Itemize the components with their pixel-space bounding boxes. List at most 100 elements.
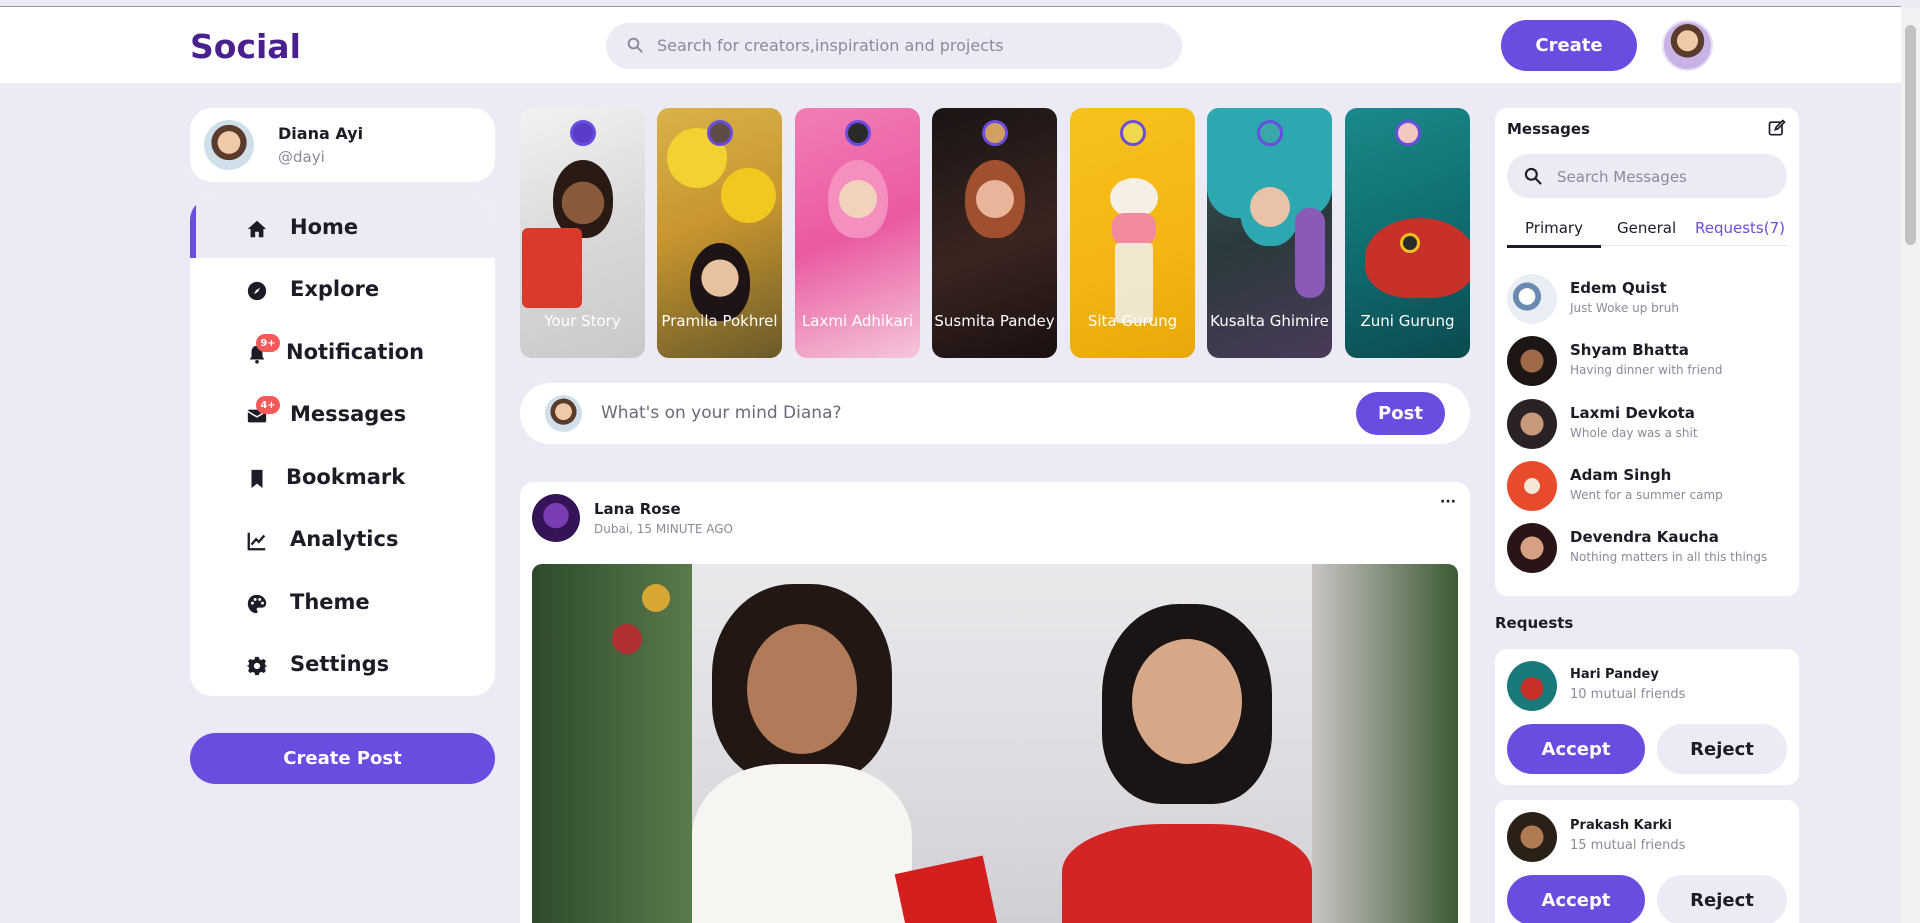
story-image [1400,233,1420,253]
sidebar-item-messages[interactable]: 4+ Messages [190,385,495,445]
request-avatar[interactable] [1507,661,1557,711]
search-icon [1524,167,1542,185]
story-card[interactable]: Sita Gurung [1070,108,1195,358]
story-image [1112,213,1156,245]
story-name: Kusalta Ghimire [1210,312,1329,330]
message-sender: Shyam Bhatta [1570,341,1689,359]
sidebar-item-label: Bookmark [286,465,406,489]
sidebar-item-notification[interactable]: 9+ Notification [190,323,495,383]
message-item[interactable]: Laxmi Devkota Whole day was a shit [1507,399,1792,451]
requests-title: Requests [1495,614,1574,632]
sidebar-item-analytics[interactable]: Analytics [190,510,495,570]
sidebar-item-label: Analytics [290,527,399,551]
ornament [612,624,642,654]
story-image [721,168,776,223]
request-avatar[interactable] [1507,812,1557,862]
story-image [964,160,1025,238]
person-right-dress [1062,824,1312,923]
message-item[interactable]: Devendra Kaucha Nothing matters in all t… [1507,523,1792,575]
logo[interactable]: Social [190,27,301,66]
request-mutual: 15 mutual friends [1570,838,1686,853]
message-avatar [1507,461,1557,511]
palette-icon [247,594,267,614]
profile-avatar [204,120,254,170]
story-name: Sita Gurung [1087,312,1178,330]
story-image [1239,168,1300,246]
story-avatar [981,120,1008,146]
story-avatar [1256,120,1283,146]
message-avatar [1507,399,1557,449]
request-card: Hari Pandey 10 mutual friends Accept Rej… [1495,649,1799,785]
notification-badge: 9+ [256,334,280,352]
post-button[interactable]: Post [1356,392,1445,435]
search-input[interactable]: Search for creators,inspiration and proj… [657,36,1004,55]
message-avatar [1507,523,1557,573]
accept-button[interactable]: Accept [1507,724,1645,774]
message-sender: Edem Quist [1570,279,1667,297]
story-image [1295,208,1325,298]
story-name: Your Story [544,312,621,330]
scrollbar-thumb[interactable] [1905,25,1916,245]
story-avatar [706,120,733,146]
home-icon [247,220,267,238]
create-post-button[interactable]: Create Post [190,733,495,784]
story-card[interactable]: Pramila Pokhrel [657,108,782,358]
message-avatar [1507,274,1557,324]
story-image [1115,243,1153,323]
story-card[interactable]: Susmita Pandey [932,108,1057,358]
message-item[interactable]: Shyam Bhatta Having dinner with friend [1507,336,1792,388]
message-search[interactable]: Search Messages [1507,154,1787,198]
profile-handle: @dayi [278,148,325,166]
page-scrollbar[interactable] [1901,7,1920,923]
post-author-name[interactable]: Lana Rose [594,500,681,518]
person-left-face [747,624,857,754]
message-preview: Nothing matters in all this things [1570,550,1768,564]
request-mutual: 10 mutual friends [1570,687,1686,702]
message-item[interactable]: Edem Quist Just Woke up bruh [1507,274,1792,326]
avatar[interactable] [1662,20,1713,71]
gift-box [522,228,582,308]
sidebar-item-theme[interactable]: Theme [190,573,495,633]
message-tabs: Primary General Requests(7) [1507,216,1787,248]
tab-requests[interactable]: Requests(7) [1695,219,1785,237]
tab-general[interactable]: General [1617,219,1676,237]
request-name[interactable]: Hari Pandey [1570,667,1659,682]
tab-primary[interactable]: Primary [1507,219,1601,248]
messages-title: Messages [1507,120,1590,138]
top-navbar: Social Search for creators,inspiration a… [0,7,1901,83]
sidebar-item-bookmark[interactable]: Bookmark [190,448,495,508]
create-button[interactable]: Create [1501,20,1637,71]
accept-button[interactable]: Accept [1507,875,1645,923]
tree-left [532,564,692,923]
message-sender: Devendra Kaucha [1570,528,1719,546]
story-card[interactable]: Zuni Gurung [1345,108,1470,358]
post-composer: What's on your mind Diana? Post [520,383,1470,444]
message-search-input[interactable]: Search Messages [1557,168,1687,186]
message-item[interactable]: Adam Singh Went for a summer camp [1507,461,1792,513]
sidebar-item-explore[interactable]: Explore [190,260,495,320]
sidebar-item-label: Theme [290,590,370,614]
sidebar-item-label: Explore [290,277,380,301]
sidebar-menu: Home Explore 9+ Notification 4+ Messages… [190,198,495,696]
post-author-avatar[interactable] [532,494,580,542]
reject-button[interactable]: Reject [1657,724,1787,774]
post-meta: Dubai, 15 MINUTE AGO [594,522,733,536]
story-card[interactable]: Your Story [520,108,645,358]
request-name[interactable]: Prakash Karki [1570,818,1672,833]
edit-icon[interactable] [1767,118,1787,138]
profile-name: Diana Ayi [278,124,364,143]
messages-panel: Messages Search Messages Primary General… [1495,108,1799,596]
reject-button[interactable]: Reject [1657,875,1787,923]
story-card[interactable]: Laxmi Adhikari [795,108,920,358]
search-bar[interactable]: Search for creators,inspiration and proj… [606,23,1182,69]
post-image[interactable] [532,564,1458,923]
sidebar-item-home[interactable]: Home [190,198,495,258]
profile-card[interactable]: Diana Ayi @dayi [190,108,495,182]
sidebar-item-label: Messages [290,402,407,426]
story-card[interactable]: Kusalta Ghimire [1207,108,1332,358]
sidebar-item-settings[interactable]: Settings [190,635,495,695]
composer-input[interactable]: What's on your mind Diana? [601,403,842,423]
sidebar-item-label: Notification [286,340,425,364]
tree-right [1312,564,1458,923]
more-options-icon[interactable]: ··· [1440,494,1456,510]
